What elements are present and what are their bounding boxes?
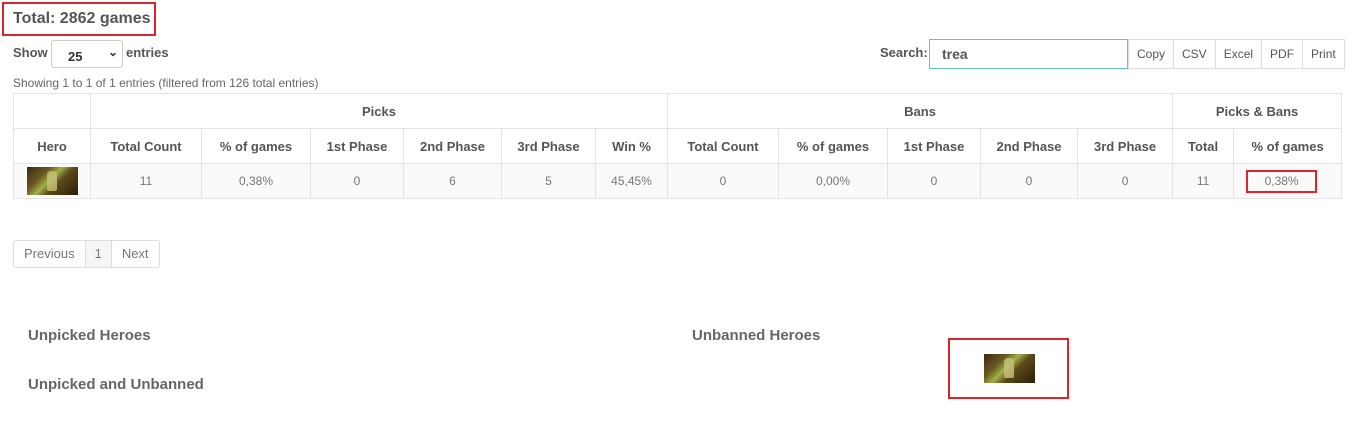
entries-select[interactable]: 25 ⌄ (51, 40, 123, 68)
column-header-picks-2nd-phase[interactable]: 2nd Phase (403, 128, 502, 164)
unbanned-hero-highlight (948, 338, 1069, 399)
hero-portrait-icon[interactable] (984, 354, 1035, 383)
table-cell: 0 (887, 163, 982, 199)
total-games-label: Total: 2862 games (2, 2, 156, 36)
table-cell: 6 (403, 163, 502, 199)
unbanned-heroes-heading: Unbanned Heroes (692, 327, 821, 344)
column-header-win-percent[interactable]: Win % (594, 128, 669, 164)
table-cell: 0 (980, 163, 1079, 199)
export-buttons: Copy CSV Excel PDF Print (1128, 39, 1345, 69)
table-info: Showing 1 to 1 of 1 entries (filtered fr… (13, 76, 319, 90)
table-cell: 0,00% (778, 163, 889, 199)
previous-button[interactable]: Previous (13, 240, 86, 268)
column-header-bans-1st-phase[interactable]: 1st Phase (887, 128, 982, 164)
table-cell: 0,38% (201, 163, 311, 199)
hero-cell (13, 163, 91, 199)
column-header-total[interactable]: Total (1172, 128, 1235, 164)
group-header-picks-bans: Picks & Bans (1172, 93, 1343, 129)
hero-portrait-icon[interactable] (26, 167, 78, 195)
column-header-hero[interactable]: Hero (13, 128, 91, 164)
entries-select-value: 25 (68, 49, 83, 64)
group-header-bans: Bans (667, 93, 1174, 129)
chevron-down-icon: ⌄ (107, 45, 118, 59)
column-header-picks-3rd-phase[interactable]: 3rd Phase (501, 128, 596, 164)
table-cell: 5 (501, 163, 596, 199)
print-button[interactable]: Print (1303, 39, 1345, 69)
table-cell: 11 (1172, 163, 1235, 199)
table-row: 11 0,38% 0 6 5 45,45% 0 0,00% 0 0 0 11 0… (13, 163, 1343, 199)
column-header-picks-total-count[interactable]: Total Count (90, 128, 202, 164)
table-cell: 45,45% (594, 163, 669, 199)
column-header-pb-percent[interactable]: % of games (1233, 128, 1343, 164)
group-header-picks: Picks (89, 93, 669, 129)
unpicked-heroes-heading: Unpicked Heroes (28, 327, 151, 344)
table-cell: 11 (90, 163, 202, 199)
excel-button[interactable]: Excel (1215, 39, 1263, 69)
entries-label: entries (126, 45, 169, 60)
show-label: Show (13, 45, 48, 60)
hero-stats-table: Picks Bans Picks & Bans Hero Total Count… (13, 93, 1343, 199)
table-cell: 0 (310, 163, 404, 199)
copy-button[interactable]: Copy (1128, 39, 1175, 69)
page-1-button[interactable]: 1 (85, 240, 112, 268)
pdf-button[interactable]: PDF (1262, 39, 1304, 69)
table-cell: 0 (1077, 163, 1174, 199)
csv-button[interactable]: CSV (1174, 39, 1216, 69)
search-input[interactable]: trea (929, 39, 1128, 69)
column-header-picks-percent[interactable]: % of games (201, 128, 311, 164)
search-label: Search: (880, 45, 928, 60)
column-header-bans-total-count[interactable]: Total Count (667, 128, 780, 164)
unpicked-unbanned-heading: Unpicked and Unbanned (28, 376, 204, 393)
column-header-bans-2nd-phase[interactable]: 2nd Phase (980, 128, 1079, 164)
highlight-box: 0,38% (1246, 170, 1318, 193)
table-cell-highlighted: 0,38% (1233, 163, 1343, 199)
column-header-bans-percent[interactable]: % of games (778, 128, 889, 164)
pagination: Previous 1 Next (13, 240, 160, 268)
table-cell: 0 (667, 163, 780, 199)
next-button[interactable]: Next (111, 240, 160, 268)
table-header-blank (13, 93, 91, 129)
column-header-bans-3rd-phase[interactable]: 3rd Phase (1077, 128, 1174, 164)
column-header-picks-1st-phase[interactable]: 1st Phase (310, 128, 404, 164)
